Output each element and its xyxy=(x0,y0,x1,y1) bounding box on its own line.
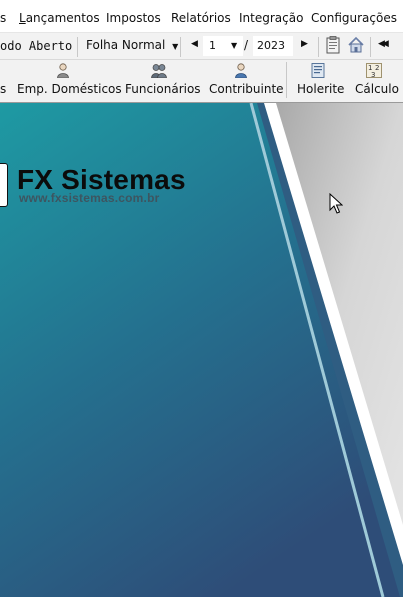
toolbar-separator xyxy=(318,37,319,57)
brand-url: www.fxsistemas.com.br xyxy=(19,191,160,205)
date-separator: / xyxy=(244,38,249,52)
background-banner: FX Sistemas www.fxsistemas.com.br xyxy=(0,103,403,597)
payslip-button[interactable]: Holerite xyxy=(293,60,347,102)
payroll-type-select[interactable]: Folha Normal ▼ xyxy=(86,38,178,52)
calculation-button[interactable]: 123 Cálculo xyxy=(352,60,403,102)
menu-item-integracao[interactable]: Integração xyxy=(239,11,303,25)
month-select[interactable]: 1 ▼ xyxy=(203,36,243,56)
taxpayer-button[interactable]: Contribuinte xyxy=(206,60,284,102)
period-toolbar: odo Aberto Folha Normal ▼ ◀ 1 ▼ / 2023 ▶… xyxy=(0,33,403,60)
calculation-label: Cálculo xyxy=(355,82,399,96)
employees-icon xyxy=(151,64,167,78)
taxpayer-label: Contribuinte xyxy=(209,82,284,96)
toolbar-separator xyxy=(77,37,78,57)
chevron-down-icon: ▼ xyxy=(172,42,179,51)
taxpayer-icon xyxy=(235,63,247,78)
chevron-down-icon: ▼ xyxy=(231,41,238,50)
toolbar-separator xyxy=(286,62,287,98)
payroll-type-value: Folha Normal xyxy=(86,38,166,52)
toolbar-separator xyxy=(370,37,371,57)
svg-text:2: 2 xyxy=(375,64,379,72)
calculation-icon: 1 23 xyxy=(366,63,382,78)
year-field[interactable]: 2023 xyxy=(253,36,293,56)
svg-text:3: 3 xyxy=(371,71,375,78)
year-value: 2023 xyxy=(257,39,285,52)
month-value: 1 xyxy=(209,39,216,52)
next-month-icon[interactable]: ▶ xyxy=(301,39,308,49)
prev-month-icon[interactable]: ◀ xyxy=(191,39,198,49)
menu-item-configuracoes[interactable]: Configurações xyxy=(311,11,397,25)
menu-item-lancamentos-rest: ançamentos xyxy=(25,11,100,25)
domestic-worker-icon xyxy=(57,63,69,78)
payslip-label: Holerite xyxy=(297,82,345,96)
toolbar-button-partial[interactable]: s xyxy=(0,60,12,102)
menu-bar: s Lançamentos Impostos Relatórios Integr… xyxy=(0,0,403,33)
toolbar-separator xyxy=(180,37,181,57)
period-status-label: odo Aberto xyxy=(0,39,73,53)
menu-item-impostos[interactable]: Impostos xyxy=(106,11,161,25)
employees-button[interactable]: Funcionários xyxy=(121,60,201,102)
toolbar-button-label: s xyxy=(0,82,7,96)
mouse-cursor-icon xyxy=(329,193,343,214)
clipboard-icon[interactable] xyxy=(325,36,341,58)
menu-item-lancamentos[interactable]: Lançamentos xyxy=(19,11,100,25)
payslip-icon xyxy=(311,63,325,78)
menu-item-partial[interactable]: s xyxy=(0,11,6,25)
home-icon[interactable] xyxy=(347,36,365,58)
employees-label: Funcionários xyxy=(125,82,201,96)
domestic-workers-label: Emp. Domésticos xyxy=(17,82,122,96)
menu-item-relatorios[interactable]: Relatórios xyxy=(171,11,231,25)
main-toolbar: s Emp. Domésticos Funcionários Contribui… xyxy=(0,60,403,103)
first-record-icon[interactable]: ◀◀ xyxy=(378,39,389,49)
logo-mark xyxy=(0,163,8,207)
domestic-workers-button[interactable]: Emp. Domésticos xyxy=(14,60,122,102)
